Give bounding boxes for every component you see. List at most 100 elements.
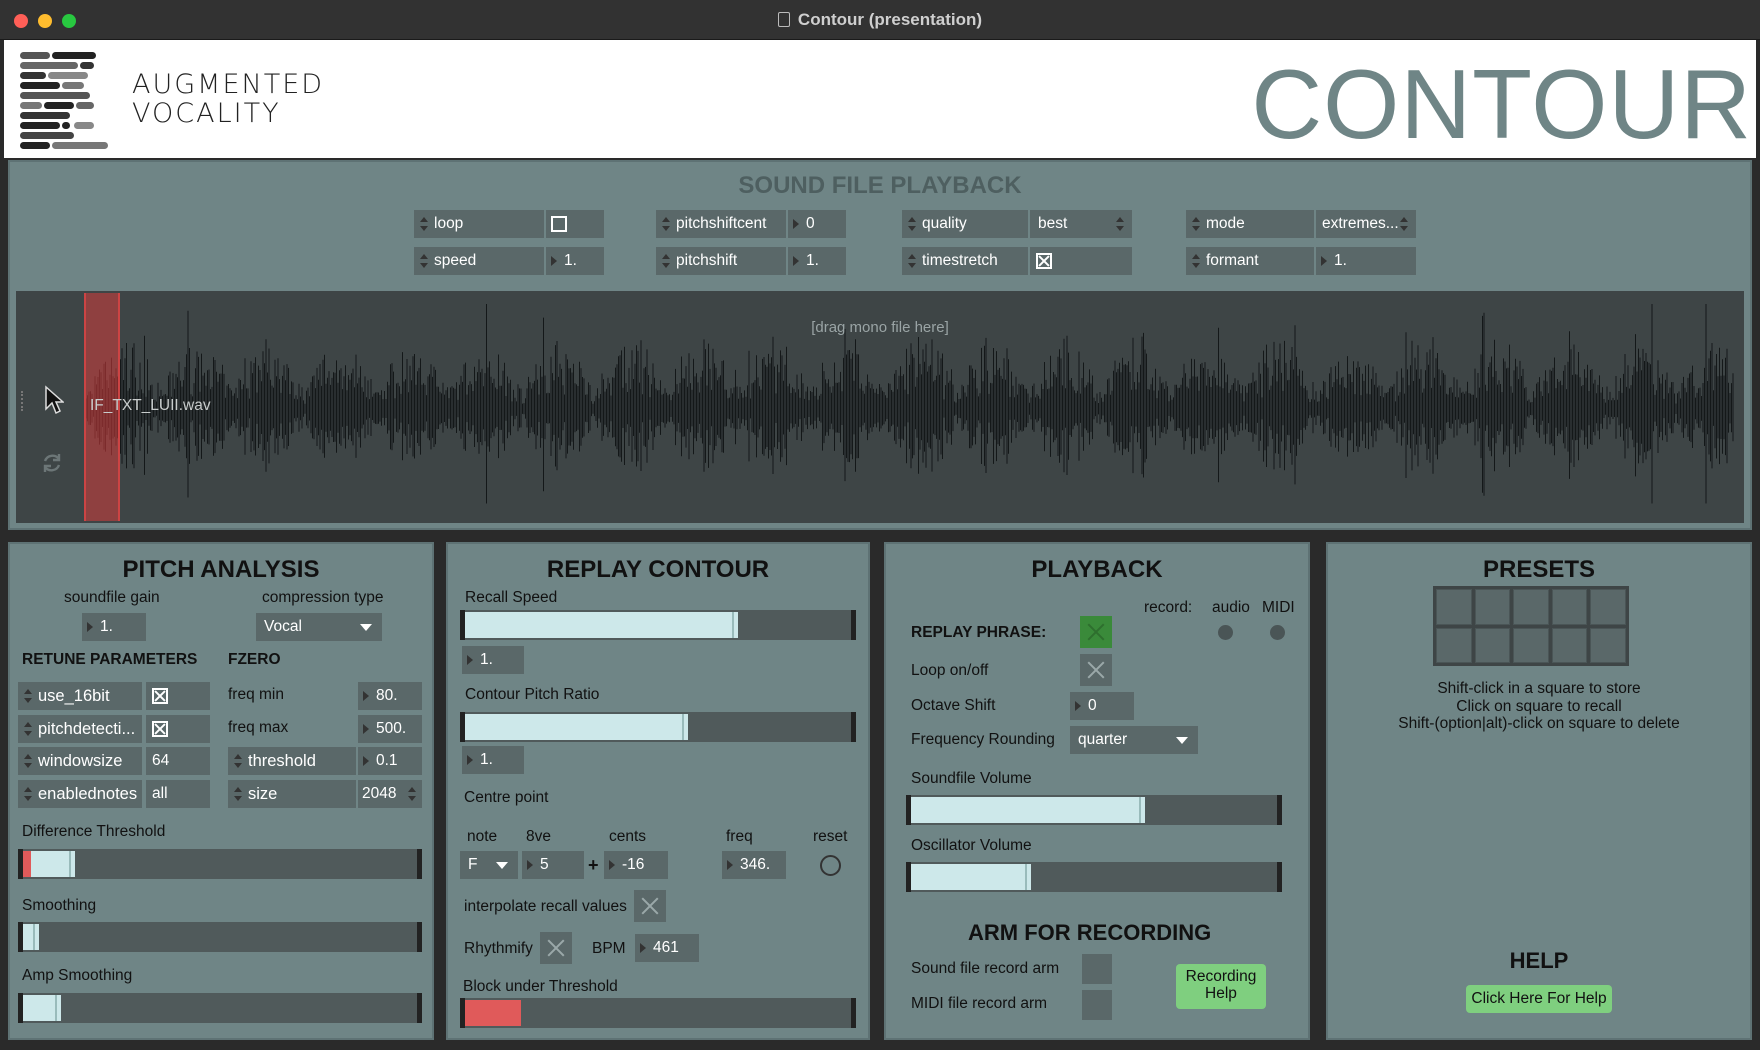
formant-number[interactable]: 1. xyxy=(1316,247,1416,275)
pitchdetection-toggle[interactable] xyxy=(146,715,210,743)
presets-instructions: Shift-click in a square to store Click o… xyxy=(1398,680,1680,732)
octave-shift-number[interactable]: 0 xyxy=(1070,692,1134,720)
enablednotes-attr[interactable]: enablednotes xyxy=(18,780,142,808)
contour-pitch-ratio-slider[interactable] xyxy=(460,712,856,742)
midi-file-record-arm-label: MIDI file record arm xyxy=(911,995,1048,1012)
reset-button[interactable] xyxy=(820,855,841,876)
quality-attr[interactable]: quality xyxy=(902,210,1028,238)
preset-slot[interactable] xyxy=(1590,627,1626,663)
difference-threshold-label: Difference Threshold xyxy=(22,823,166,840)
bpm-number[interactable]: 461 xyxy=(635,934,699,962)
file-name: IF_TXT_LUII.wav xyxy=(90,397,211,414)
pitchshift-attr[interactable]: pitchshift xyxy=(656,247,786,275)
midi-label: MIDI xyxy=(1262,599,1295,616)
octave-number[interactable]: 5 xyxy=(522,851,584,879)
soundfile-volume-slider[interactable] xyxy=(906,795,1282,825)
preset-slot[interactable] xyxy=(1551,627,1588,663)
compression-type-menu[interactable]: Vocal xyxy=(256,613,382,641)
soundfile-gain-number[interactable]: 1. xyxy=(82,613,146,641)
oscillator-volume-slider[interactable] xyxy=(906,862,1282,892)
drag-handle-icon[interactable] xyxy=(21,391,25,411)
cents-number[interactable]: -16 xyxy=(604,851,668,879)
threshold-attr[interactable]: threshold xyxy=(228,747,356,775)
waveform-display[interactable]: [drag mono file here] IF_TXT_LUII.wav xyxy=(16,291,1744,523)
loop-onoff-label: Loop on/off xyxy=(911,662,989,679)
loop-refresh-icon[interactable] xyxy=(40,451,64,475)
smoothing-slider[interactable] xyxy=(18,922,422,952)
timestretch-toggle[interactable] xyxy=(1030,247,1132,275)
windowsize-value[interactable]: 64 xyxy=(146,747,210,775)
preset-slot[interactable] xyxy=(1513,589,1549,625)
pitchshiftcent-attr[interactable]: pitchshiftcent xyxy=(656,210,786,238)
preset-slot[interactable] xyxy=(1513,627,1549,663)
note-menu[interactable]: F xyxy=(460,851,518,879)
loop-onoff-toggle[interactable] xyxy=(1080,654,1112,686)
amp-smoothing-slider[interactable] xyxy=(18,993,422,1023)
freq-min-number[interactable]: 80. xyxy=(358,682,422,710)
preset-grid[interactable] xyxy=(1433,586,1629,666)
plus-sign: + xyxy=(588,855,599,875)
size-menu[interactable]: 2048 xyxy=(358,780,422,808)
section-title: REPLAY CONTOUR xyxy=(546,556,770,583)
chevron-down-icon xyxy=(360,624,372,631)
rhythmify-toggle[interactable] xyxy=(540,932,572,964)
pitchdetection-attr[interactable]: pitchdetecti... xyxy=(18,715,142,743)
size-attr[interactable]: size xyxy=(228,780,356,808)
timestretch-attr[interactable]: timestretch xyxy=(902,247,1028,275)
help-button[interactable]: Click Here For Help xyxy=(1466,985,1612,1013)
use-16bit-attr[interactable]: use_16bit xyxy=(18,682,142,710)
audio-record-led[interactable] xyxy=(1218,625,1233,640)
recall-speed-slider[interactable] xyxy=(460,610,856,640)
interpolate-toggle[interactable] xyxy=(634,890,666,922)
difference-threshold-slider[interactable] xyxy=(18,849,422,879)
loop-toggle[interactable] xyxy=(546,210,604,238)
section-title: PITCH ANALYSIS xyxy=(122,556,320,583)
mode-attr[interactable]: mode xyxy=(1186,210,1314,238)
midi-file-record-arm-toggle[interactable] xyxy=(1082,990,1112,1020)
use-16bit-toggle[interactable] xyxy=(146,682,210,710)
contour-pitch-ratio-label: Contour Pitch Ratio xyxy=(465,686,600,703)
threshold-number[interactable]: 0.1 xyxy=(358,747,422,775)
record-label: record: xyxy=(1144,599,1193,616)
preset-slot[interactable] xyxy=(1590,589,1626,625)
octave-shift-label: Octave Shift xyxy=(911,697,996,714)
windowsize-attr[interactable]: windowsize xyxy=(18,747,142,775)
preset-slot[interactable] xyxy=(1551,589,1588,625)
freq-number[interactable]: 346. xyxy=(722,851,786,879)
pitchshift-number[interactable]: 1. xyxy=(788,247,846,275)
retune-parameters-heading: RETUNE PARAMETERS xyxy=(22,651,198,668)
reset-label: reset xyxy=(813,828,848,845)
contour-pitch-ratio-number[interactable]: 1. xyxy=(462,746,524,774)
soundfile-gain-label: soundfile gain xyxy=(64,589,160,606)
enablednotes-value[interactable]: all xyxy=(146,780,210,808)
speed-attr[interactable]: speed xyxy=(414,247,544,275)
help-title: HELP xyxy=(1509,948,1569,973)
sound-file-record-arm-toggle[interactable] xyxy=(1082,954,1112,984)
formant-attr[interactable]: formant xyxy=(1186,247,1314,275)
fzero-heading: FZERO xyxy=(228,651,281,668)
preset-slot[interactable] xyxy=(1436,627,1472,663)
document-icon xyxy=(777,12,790,27)
mode-menu[interactable]: extremes... xyxy=(1316,210,1416,238)
window-titlebar: Contour (presentation) xyxy=(0,0,1760,40)
preset-slot[interactable] xyxy=(1474,627,1511,663)
pitchshiftcent-number[interactable]: 0 xyxy=(788,210,846,238)
recall-speed-number[interactable]: 1. xyxy=(462,646,524,674)
replay-phrase-toggle[interactable] xyxy=(1080,616,1112,648)
freq-max-number[interactable]: 500. xyxy=(358,715,422,743)
audio-label: audio xyxy=(1212,599,1250,616)
drop-hint: [drag mono file here] xyxy=(811,319,949,336)
app-title: CONTOUR xyxy=(1251,49,1752,159)
speed-number[interactable]: 1. xyxy=(546,247,604,275)
soundfile-volume-label: Soundfile Volume xyxy=(911,770,1032,787)
replay-phrase-label: REPLAY PHRASE: xyxy=(911,624,1047,641)
recording-help-button[interactable]: Recording Help xyxy=(1176,964,1266,1009)
loop-attr[interactable]: loop xyxy=(414,210,544,238)
preset-slot[interactable] xyxy=(1436,589,1472,625)
frequency-rounding-menu[interactable]: quarter xyxy=(1070,726,1198,754)
midi-record-led[interactable] xyxy=(1270,625,1285,640)
bpm-label: BPM xyxy=(592,940,626,957)
quality-menu[interactable]: best xyxy=(1030,210,1132,238)
block-under-threshold-slider[interactable] xyxy=(460,998,856,1028)
preset-slot[interactable] xyxy=(1474,589,1511,625)
